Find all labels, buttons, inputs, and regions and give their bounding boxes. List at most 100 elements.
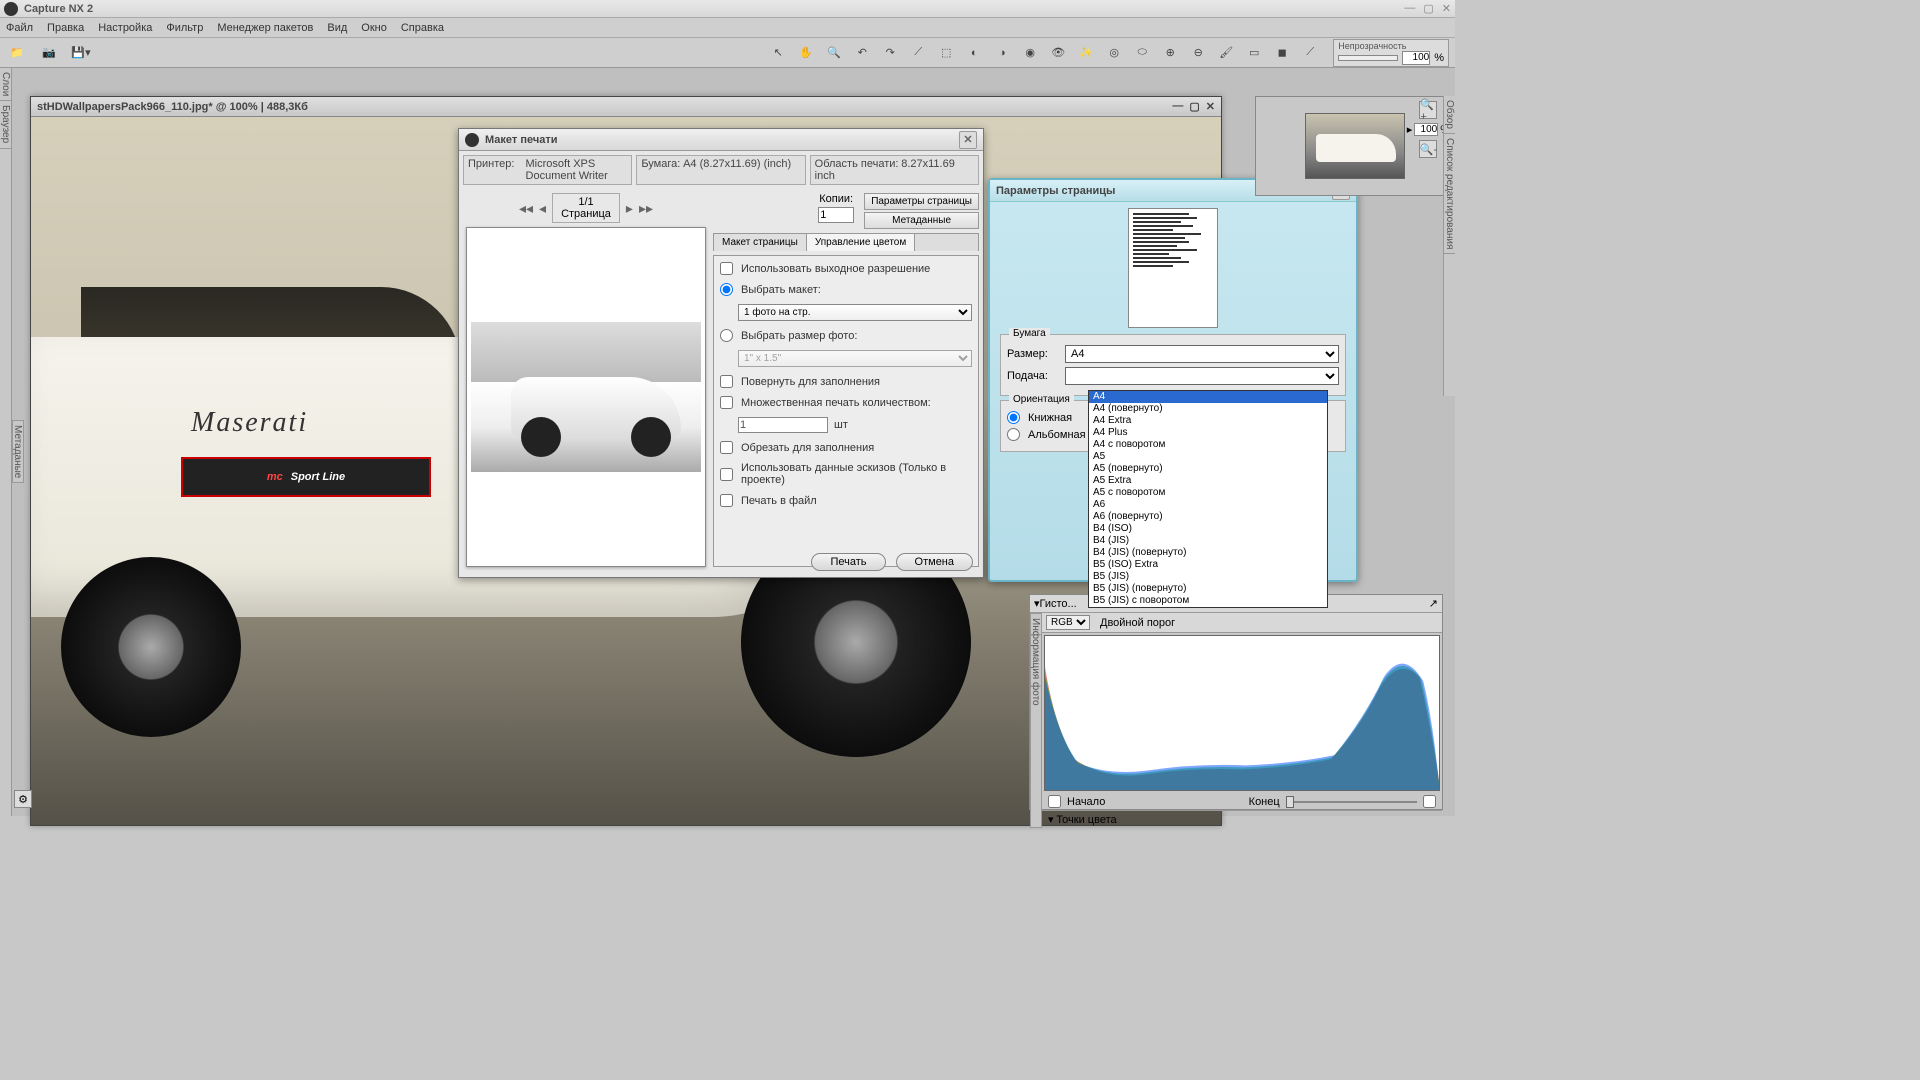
eyedropper-icon[interactable]: ⟋	[1299, 42, 1321, 64]
lasso-icon[interactable]: ⬭	[1131, 42, 1153, 64]
choose-size-radio[interactable]	[720, 329, 733, 342]
tab-color-management[interactable]: Управление цветом	[807, 234, 915, 251]
landscape-radio[interactable]	[1007, 428, 1020, 441]
cancel-button[interactable]: Отмена	[896, 553, 973, 571]
menu-batch[interactable]: Менеджер пакетов	[217, 22, 313, 34]
autoretouch-icon[interactable]: ✨	[1075, 42, 1097, 64]
gradient-icon[interactable]: ▭	[1243, 42, 1265, 64]
histo-slider[interactable]	[1286, 801, 1417, 803]
gear-icon[interactable]: ⚙	[14, 790, 32, 808]
dual-threshold-label[interactable]: Двойной порог	[1100, 617, 1175, 629]
size-option[interactable]: B4 (ISO)	[1089, 523, 1327, 535]
print-button[interactable]: Печать	[811, 553, 885, 571]
minimize-icon[interactable]: —	[1404, 2, 1415, 15]
tab-metadata[interactable]: Метаданые	[12, 420, 24, 483]
blackpoint-icon[interactable]: ◐	[963, 42, 985, 64]
channel-select[interactable]: RGB	[1046, 615, 1090, 630]
menu-filter[interactable]: Фильтр	[166, 22, 203, 34]
paper-info[interactable]: Бумага: A4 (8.27x11.69) (inch)	[636, 155, 805, 185]
tab-page-layout[interactable]: Макет страницы	[714, 234, 807, 251]
tab-browser[interactable]: Браузер	[0, 101, 11, 148]
size-option[interactable]: B4 (JIS)	[1089, 535, 1327, 547]
straighten-icon[interactable]: ⟋	[907, 42, 929, 64]
print-to-file-checkbox[interactable]	[720, 494, 733, 507]
crop-icon[interactable]: ⬚	[935, 42, 957, 64]
area-info[interactable]: Область печати: 8.27x11.69 inch	[810, 155, 979, 185]
menu-edit[interactable]: Правка	[47, 22, 84, 34]
camera-icon[interactable]: 📷	[38, 42, 60, 64]
print-close-button[interactable]: ✕	[959, 131, 977, 149]
menu-settings[interactable]: Настройка	[98, 22, 152, 34]
opacity-slider[interactable]	[1338, 55, 1398, 61]
histo-popout-icon[interactable]: ↗	[1429, 597, 1438, 610]
size-option[interactable]: A5	[1089, 451, 1327, 463]
doc-close-icon[interactable]: ✕	[1206, 100, 1215, 113]
size-option[interactable]: B4 (JIS) (повернуто)	[1089, 547, 1327, 559]
brush-icon[interactable]: 🖌	[1215, 42, 1237, 64]
size-option[interactable]: B5 (JIS) с поворотом	[1089, 595, 1327, 607]
tab-editlist[interactable]: Список редактирования	[1444, 134, 1455, 254]
menu-view[interactable]: Вид	[327, 22, 347, 34]
size-option[interactable]: A4 Extra	[1089, 415, 1327, 427]
choose-layout-radio[interactable]	[720, 283, 733, 296]
size-option[interactable]: B5 (JIS)	[1089, 571, 1327, 583]
use-thumb-checkbox[interactable]	[720, 468, 733, 481]
size-option[interactable]: A4 с поворотом	[1089, 439, 1327, 451]
zoom-arrow-icon[interactable]: ▸	[1407, 123, 1413, 136]
menu-file[interactable]: Файл	[6, 22, 33, 34]
maximize-icon[interactable]: ▢	[1423, 2, 1433, 15]
save-icon[interactable]: 💾▾	[70, 42, 92, 64]
size-option[interactable]: A6 (повернуто)	[1089, 511, 1327, 523]
minus-select-icon[interactable]: ⊖	[1187, 42, 1209, 64]
tab-overview[interactable]: Обзор	[1444, 96, 1455, 134]
size-option[interactable]: A4 Plus	[1089, 427, 1327, 439]
menu-window[interactable]: Окно	[361, 22, 387, 34]
folder-icon[interactable]: 📁	[6, 42, 28, 64]
printer-info[interactable]: Принтер: Microsoft XPS Document Writer	[463, 155, 632, 185]
fill-icon[interactable]: ◼	[1271, 42, 1293, 64]
opacity-input[interactable]	[1402, 51, 1430, 65]
page-first-icon[interactable]: ◂◂	[519, 200, 533, 217]
rotate-ccw-icon[interactable]: ↶	[851, 42, 873, 64]
whitepoint-icon[interactable]: ◑	[991, 42, 1013, 64]
size-option[interactable]: A5 Extra	[1089, 475, 1327, 487]
graypoint-icon[interactable]: ◉	[1019, 42, 1041, 64]
colorpoint-icon[interactable]: ◎	[1103, 42, 1125, 64]
portrait-radio[interactable]	[1007, 411, 1020, 424]
multi-print-checkbox[interactable]	[720, 396, 733, 409]
close-icon[interactable]: ✕	[1442, 2, 1451, 15]
color-points-label[interactable]: Точки цвета	[1056, 814, 1116, 826]
colorpts-expand-icon[interactable]: ▾	[1048, 814, 1054, 826]
size-option[interactable]: B5 (ISO) Extra	[1089, 559, 1327, 571]
page-last-icon[interactable]: ▸▸	[639, 200, 653, 217]
page-setup-button[interactable]: Параметры страницы	[864, 193, 979, 210]
plus-select-icon[interactable]: ⊕	[1159, 42, 1181, 64]
crop-fill-checkbox[interactable]	[720, 441, 733, 454]
layout-select[interactable]: 1 фото на стр.	[738, 304, 972, 321]
menu-help[interactable]: Справка	[401, 22, 444, 34]
metadata-button[interactable]: Метаданные	[864, 212, 979, 229]
zoom-input[interactable]	[1414, 123, 1438, 136]
page-next-icon[interactable]: ▸	[626, 200, 633, 217]
histo-start-checkbox[interactable]	[1048, 795, 1061, 808]
zoom-out-icon[interactable]: 🔍-	[1419, 140, 1437, 158]
tab-layers[interactable]: Слои	[0, 68, 11, 101]
use-output-res-checkbox[interactable]	[720, 262, 733, 275]
paper-size-dropdown[interactable]: A4A4 (повернуто)A4 ExtraA4 PlusA4 с пово…	[1088, 390, 1328, 608]
tab-photoinfo[interactable]: Информация фото	[1030, 613, 1042, 828]
size-option[interactable]: A5 (повернуто)	[1089, 463, 1327, 475]
size-option[interactable]: A5 с поворотом	[1089, 487, 1327, 499]
zoom-icon[interactable]: 🔍	[823, 42, 845, 64]
copies-input[interactable]	[818, 207, 854, 223]
zoom-in-icon[interactable]: 🔍+	[1419, 101, 1437, 119]
hand-icon[interactable]: ✋	[795, 42, 817, 64]
size-option[interactable]: A4 (повернуто)	[1089, 403, 1327, 415]
size-option[interactable]: A4	[1089, 391, 1327, 403]
rotate-fill-checkbox[interactable]	[720, 375, 733, 388]
histo-end-checkbox[interactable]	[1423, 795, 1436, 808]
pointer-icon[interactable]: ↖	[767, 42, 789, 64]
size-option[interactable]: A6	[1089, 499, 1327, 511]
rotate-cw-icon[interactable]: ↷	[879, 42, 901, 64]
doc-minimize-icon[interactable]: —	[1172, 100, 1183, 113]
doc-maximize-icon[interactable]: ▢	[1189, 100, 1199, 113]
